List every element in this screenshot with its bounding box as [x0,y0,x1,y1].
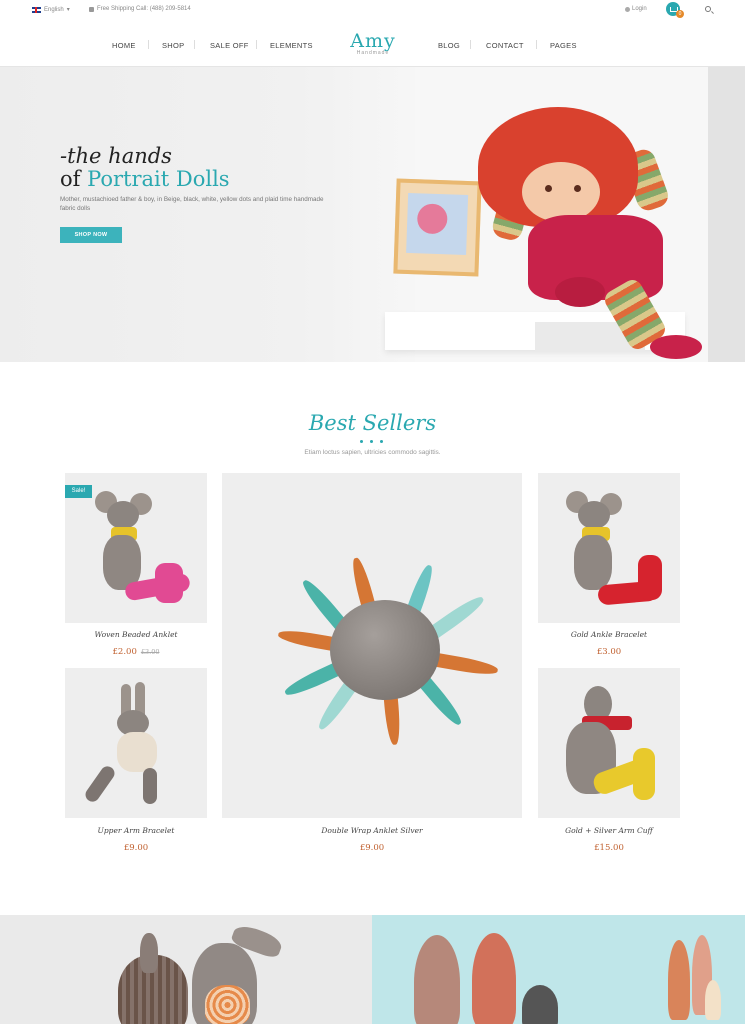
toy-head [578,501,610,529]
flag-uk-icon [32,6,41,13]
product-image-upper-arm-bracelet[interactable] [65,668,207,818]
product-price: £9.00 [359,843,385,853]
main-navigation: HOME SHOP SALE OFF ELEMENTS Amy Handmade… [0,24,745,66]
toy-leg [638,555,662,600]
toy-dress [117,732,157,772]
doll-shoe [650,335,702,359]
doll-figure-image [472,933,516,1024]
doll-eye [574,185,581,192]
promo-banner-dolls[interactable] [372,915,745,1024]
nav-item-home[interactable]: HOME [112,41,136,50]
best-sellers-title: Best Sellers [308,411,437,435]
doll-figure-image [668,940,690,1020]
best-sellers-subtitle: Etiam loctus sapien, ultricies commodo s… [304,449,441,456]
search-icon[interactable] [705,6,711,12]
toy-leg [155,563,183,603]
picture-frame-image [393,178,482,277]
product-price-old: £3.00 [140,648,160,656]
product-name[interactable]: Gold + Silver Arm Cuff [538,826,680,835]
shop-now-button[interactable]: SHOP NOW [60,227,122,243]
product-price: £3.00 [596,647,622,657]
toy-ball [330,600,440,700]
hero-title-prefix: of [60,167,88,191]
phone-icon [89,6,94,12]
doll-eye [545,185,552,192]
nav-item-contact[interactable]: CONTACT [486,41,524,50]
doll-figure-image [414,935,460,1024]
nav-item-blog[interactable]: BLOG [438,41,460,50]
product-image-gold-ankle-bracelet[interactable] [538,473,680,623]
toy-body [574,535,612,590]
language-label: English [44,6,64,13]
top-bar: English ▾ Free Shipping Call: (488) 209-… [0,0,745,20]
nav-item-elements[interactable]: ELEMENTS [270,41,313,50]
rabbit-dress [205,985,250,1024]
rabbit-ear [140,933,158,973]
toy-leg [143,768,157,804]
doll-figure-image [522,985,558,1024]
toy-leg [633,748,655,800]
product-name[interactable]: Woven Beaded Anklet [65,630,207,639]
chevron-down-icon: ▾ [66,7,70,13]
nav-item-sale-off[interactable]: SALE OFF [210,41,249,50]
language-selector[interactable]: English ▾ [32,6,70,13]
nav-separator [148,40,149,49]
hero-title-accent: Portrait Dolls [87,167,230,191]
shipping-info: Free Shipping Call: (488) 209-5814 [89,6,191,12]
product-image-gold-silver-arm-cuff[interactable] [538,668,680,818]
product-name[interactable]: Upper Arm Bracelet [65,826,207,835]
doll-face [522,162,600,222]
hero-title-line1: -the hands [60,144,172,168]
product-image-woven-beaded-anklet[interactable]: Sale! [65,473,207,623]
nav-item-shop[interactable]: SHOP [162,41,184,50]
nav-separator [194,40,195,49]
product-price: £15.00 [594,843,624,853]
cart-count-badge: 0 [676,10,684,18]
hero-title-line2: of Portrait Dolls [60,167,230,191]
doll-shoe [555,277,605,307]
promo-banner-rabbits[interactable] [0,915,372,1024]
product-name[interactable]: Double Wrap Anklet Silver [301,826,443,835]
nav-item-pages[interactable]: PAGES [550,41,577,50]
product-name[interactable]: Gold Ankle Bracelet [538,630,680,639]
toy-leg [82,763,118,805]
product-price: £9.00 [123,843,149,853]
hero-pillar [708,67,745,362]
nav-separator [470,40,471,49]
shipping-text: Free Shipping Call: (488) 209-5814 [97,6,191,12]
hero-description: Mother, mustachioed father & boy, in Bei… [60,196,324,212]
product-price-current: £2.00 [112,647,137,657]
site-logo[interactable]: Amy Handmade [340,30,406,56]
logo-text: Amy [350,30,396,52]
login-label: Login [632,6,647,12]
sale-badge: Sale! [65,485,92,498]
doll-figure-image [705,980,721,1020]
title-dots-divider [358,440,388,444]
toy-head [107,501,139,529]
product-price: £2.00 £3.00 [65,647,207,657]
login-link[interactable]: Login [625,6,647,12]
nav-separator [256,40,257,49]
user-icon [625,6,630,12]
nav-separator [536,40,537,49]
hero-banner: -the hands of Portrait Dolls Mother, mus… [0,67,745,362]
